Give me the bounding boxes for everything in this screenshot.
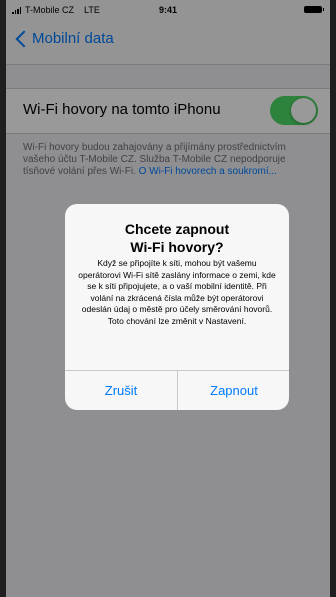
alert-title: Chcete zapnout Wi-Fi hovory? <box>75 220 279 256</box>
alert-title-line2: Wi-Fi hovory? <box>130 239 224 255</box>
alert-dialog: Chcete zapnout Wi-Fi hovory? Když se při… <box>65 204 289 410</box>
cancel-button[interactable]: Zrušit <box>65 371 177 410</box>
enable-button[interactable]: Zapnout <box>178 371 289 410</box>
alert-message: Když se připojíte k síti, mohou být vaše… <box>78 258 276 326</box>
alert-title-line1: Chcete zapnout <box>124 221 230 237</box>
phone-screen: T-Mobile CZ LTE 9:41 Mobilní data Wi-Fi … <box>6 0 330 597</box>
